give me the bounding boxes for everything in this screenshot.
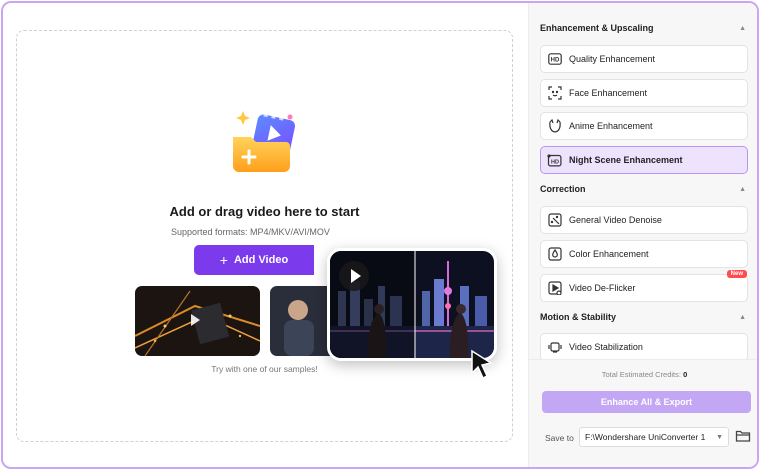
new-badge: New <box>726 270 747 278</box>
section-title: Motion & Stability <box>540 312 616 322</box>
estimated-credits: Total Estimated Credits: 0 <box>529 370 757 379</box>
hd-night-icon: HD <box>547 153 562 168</box>
before-after-preview <box>327 248 497 361</box>
option-night-scene-enhancement[interactable]: HD Night Scene Enhancement <box>540 146 748 174</box>
option-video-de-flicker[interactable]: Video De-Flicker New <box>540 270 748 302</box>
option-video-stabilization[interactable]: Video Stabilization <box>540 333 748 361</box>
stabilization-icon <box>547 340 562 355</box>
option-label: Night Scene Enhancement <box>569 155 683 165</box>
export-area: Total Estimated Credits: 0 Enhance All &… <box>529 359 757 467</box>
add-video-label: Add Video <box>233 254 289 266</box>
option-face-enhancement[interactable]: Face Enhancement <box>540 79 748 107</box>
option-quality-enhancement[interactable]: HD Quality Enhancement <box>540 45 748 73</box>
section-motion-stability[interactable]: Motion & Stability ▲ <box>540 307 748 327</box>
add-video-button[interactable]: + Add Video <box>194 245 314 275</box>
save-to-label: Save to <box>545 433 574 443</box>
sample-video-city[interactable] <box>135 286 260 356</box>
video-drop-zone[interactable]: Add or drag video here to start Supporte… <box>16 30 513 442</box>
section-correction[interactable]: Correction ▲ <box>540 179 748 199</box>
color-icon <box>547 247 562 262</box>
face-scan-icon <box>547 86 562 101</box>
save-to-path-select[interactable]: F:\Wondershare UniConverter 1 ▼ <box>579 427 729 447</box>
credits-value: 0 <box>683 370 688 379</box>
option-color-enhancement[interactable]: Color Enhancement <box>540 240 748 268</box>
chevron-up-icon: ▲ <box>739 313 746 321</box>
open-folder-icon[interactable] <box>735 428 751 444</box>
option-general-video-denoise[interactable]: General Video Denoise <box>540 206 748 234</box>
video-folder-icon <box>233 111 296 172</box>
plus-icon: + <box>219 252 228 268</box>
option-label: Quality Enhancement <box>569 54 656 64</box>
anime-face-icon <box>547 119 562 134</box>
chevron-up-icon: ▲ <box>739 24 746 32</box>
section-enhancement-upscaling[interactable]: Enhancement & Upscaling ▲ <box>540 18 748 38</box>
chevron-down-icon: ▼ <box>716 433 723 441</box>
hd-icon: HD <box>547 52 562 67</box>
credits-label: Total Estimated Credits: <box>601 370 681 379</box>
option-label: Anime Enhancement <box>569 121 653 131</box>
option-label: General Video Denoise <box>569 215 662 225</box>
svg-text:HD: HD <box>551 159 559 165</box>
denoise-icon <box>547 213 562 228</box>
option-label: Face Enhancement <box>569 88 648 98</box>
svg-text:HD: HD <box>550 58 559 64</box>
section-title: Enhancement & Upscaling <box>540 23 654 33</box>
play-icon <box>350 269 361 283</box>
option-label: Video De-Flicker <box>569 283 636 293</box>
save-to-path-value: F:\Wondershare UniConverter 1 <box>585 432 706 442</box>
app-window: Add or drag video here to start Supporte… <box>1 1 759 469</box>
enhance-all-export-button[interactable]: Enhance All & Export <box>542 391 751 413</box>
supported-formats-text: Supported formats: MP4/MKV/AVI/MOV <box>171 227 330 237</box>
samples-hint: Try with one of our samples! <box>211 364 318 374</box>
drop-zone-title: Add or drag video here to start <box>169 204 360 219</box>
section-title: Correction <box>540 184 586 194</box>
option-anime-enhancement[interactable]: Anime Enhancement <box>540 112 748 140</box>
enhancement-panel: Enhancement & Upscaling ▲ HD Quality Enh… <box>528 3 757 467</box>
option-label: Video Stabilization <box>569 342 643 352</box>
chevron-up-icon: ▲ <box>739 185 746 193</box>
mouse-pointer-icon <box>471 349 493 379</box>
preview-play-button[interactable] <box>339 261 369 291</box>
option-label: Color Enhancement <box>569 249 649 259</box>
deflicker-icon <box>547 281 562 296</box>
play-icon <box>191 314 200 326</box>
